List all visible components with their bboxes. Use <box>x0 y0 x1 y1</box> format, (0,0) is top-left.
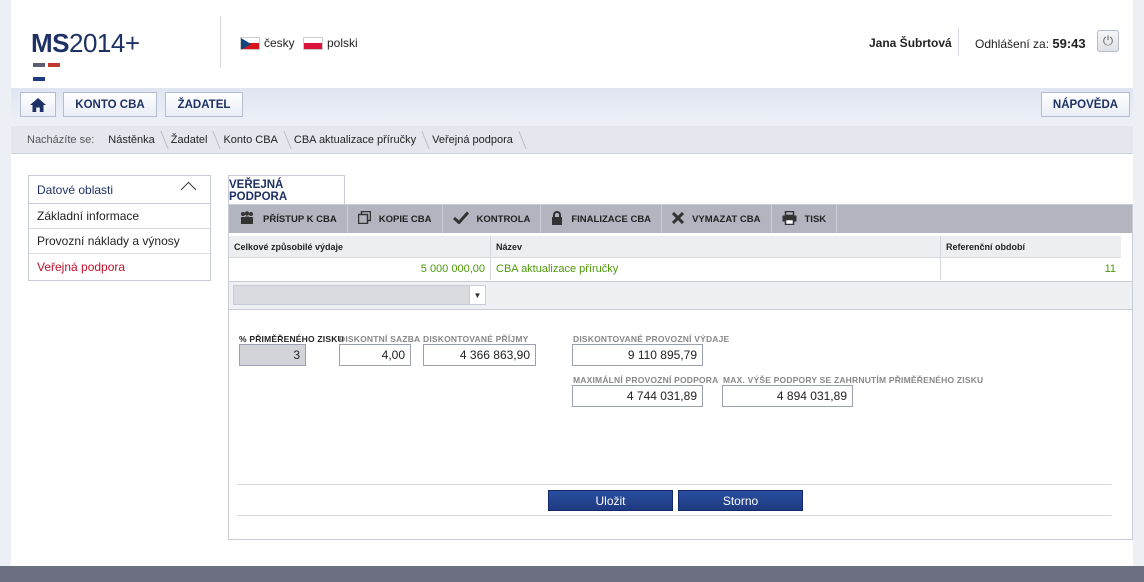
cba-grid: Celkové způsobilé výdaje Název Referenčn… <box>229 236 1121 280</box>
content-panel: PŘÍSTUP K CBA KOPIE CBA KONTROLA FINALIZ… <box>228 204 1133 540</box>
chevron-up-icon <box>180 181 197 198</box>
czech-flag-icon <box>240 36 260 50</box>
delete-x-icon <box>672 211 685 227</box>
kopie-cba-button[interactable]: KOPIE CBA <box>348 205 443 233</box>
sidebar-item-provozni-naklady[interactable]: Provozní náklady a výnosy <box>29 229 210 254</box>
grid-cell-obdobi: 11 <box>1104 263 1116 275</box>
breadcrumb-item-current: Veřejná podpora <box>424 126 521 154</box>
vymazat-cba-button[interactable]: VYMAZAT CBA <box>662 205 772 233</box>
lang-czech[interactable]: česky <box>240 36 295 50</box>
tisk-label: TISK <box>804 213 827 225</box>
pristup-cba-button[interactable]: PŘÍSTUP K CBA <box>229 205 348 233</box>
tisk-button[interactable]: TISK <box>772 205 838 233</box>
logo-bars <box>33 56 77 81</box>
header: MS2014+ česky polski Jana Šubrtová Odhlá… <box>11 0 1133 88</box>
home-icon <box>30 97 46 112</box>
data-areas-title: Datové oblasti <box>37 182 114 197</box>
napoveda-button[interactable]: NÁPOVĚDA <box>1041 92 1130 117</box>
grid-pager: ▼ <box>229 281 1132 310</box>
lang-polish-label: polski <box>327 36 358 50</box>
grid-cell-vydaje: 5 000 000,00 <box>229 258 491 280</box>
user-name[interactable]: Jana Šubrtová <box>869 36 952 50</box>
lang-czech-label: česky <box>264 36 295 50</box>
logout-label: Odhlášení za: <box>975 37 1050 51</box>
pct-zisku-field: 3 <box>239 344 306 366</box>
frame-right <box>1133 0 1144 582</box>
footer-bar <box>0 566 1144 582</box>
grid-header-vydaje[interactable]: Celkové způsobilé výdaje <box>229 236 491 257</box>
breadcrumb-label: Nacházíte se: <box>27 133 95 146</box>
max-provozni-podpora-field[interactable]: 4 744 031,89 <box>572 385 703 407</box>
home-button[interactable] <box>20 92 56 117</box>
vymazat-cba-label: VYMAZAT CBA <box>692 213 761 225</box>
header-divider <box>220 16 221 68</box>
grid-header-row: Celkové způsobilé výdaje Název Referenčn… <box>229 236 1121 258</box>
page-size-select[interactable]: ▼ <box>233 285 486 305</box>
frame-left <box>0 0 11 582</box>
zadatel-button[interactable]: ŽADATEL <box>165 92 243 117</box>
konto-cba-button[interactable]: KONTO CBA <box>63 92 157 117</box>
pristup-cba-label: PŘÍSTUP K CBA <box>263 213 337 225</box>
diskontni-sazba-field[interactable]: 4,00 <box>339 344 411 366</box>
kontrola-label: KONTROLA <box>476 213 531 225</box>
lock-icon <box>551 210 563 228</box>
print-icon <box>782 210 797 228</box>
max-provozni-podpora-label: MAXIMÁLNÍ PROVOZNÍ PODPORA <box>573 375 719 385</box>
logo[interactable]: MS2014+ <box>31 28 140 59</box>
grid-header-obdobi[interactable]: Referenční období <box>941 236 1121 257</box>
grid-cell-nazev: CBA aktualizace příručky <box>491 258 941 280</box>
breadcrumb-item[interactable]: Konto CBA <box>215 126 285 154</box>
data-areas-panel: Datové oblasti Základní informace Provoz… <box>28 175 211 281</box>
pct-zisku-label: % PŘIMĚŘENÉHO ZISKU <box>239 334 344 344</box>
breadcrumb-item[interactable]: CBA aktualizace příručky <box>286 126 424 154</box>
sidebar-item-zakladni-informace[interactable]: Základní informace <box>29 204 210 229</box>
logo-rest: 2014+ <box>69 28 140 58</box>
finalizace-cba-label: FINALIZACE CBA <box>571 213 652 225</box>
logout-countdown: Odhlášení za: 59:43 <box>975 36 1086 51</box>
kopie-cba-label: KOPIE CBA <box>378 213 432 225</box>
users-icon <box>239 211 255 227</box>
data-areas-header[interactable]: Datové oblasti <box>29 176 210 204</box>
power-icon[interactable]: ⏻ <box>1097 30 1119 52</box>
chevron-down-icon[interactable]: ▼ <box>469 286 485 304</box>
diskontovane-prijmy-field[interactable]: 4 366 863,90 <box>423 344 536 366</box>
divider <box>237 515 1112 516</box>
check-icon <box>452 211 469 227</box>
logout-timer: 59:43 <box>1052 36 1086 51</box>
tab-verejna-podpora[interactable]: VEŘEJNÁ PODPORA <box>228 175 345 205</box>
logo-bold: MS <box>31 28 70 58</box>
grid-header-nazev[interactable]: Název <box>491 236 941 257</box>
max-vyse-podpory-field[interactable]: 4 894 031,89 <box>722 385 853 407</box>
lang-polish[interactable]: polski <box>303 36 358 50</box>
breadcrumb-item[interactable]: Nástěnka <box>100 126 162 154</box>
nav-bar: KONTO CBA ŽADATEL NÁPOVĚDA <box>11 88 1133 126</box>
diskontovane-vydaje-field[interactable]: 9 110 895,79 <box>572 344 703 366</box>
divider <box>237 484 1112 485</box>
finalizace-cba-button[interactable]: FINALIZACE CBA <box>541 205 663 233</box>
polish-flag-icon <box>303 36 323 50</box>
breadcrumb-item[interactable]: Žadatel <box>163 126 216 154</box>
cancel-button[interactable]: Storno <box>678 490 803 511</box>
breadcrumb: Nacházíte se: Nástěnka Žadatel Konto CBA… <box>11 126 1133 154</box>
main-area: MS2014+ česky polski Jana Šubrtová Odhlá… <box>11 0 1133 566</box>
table-row[interactable]: 5 000 000,00 CBA aktualizace příručky 11 <box>229 258 1121 280</box>
diskontovane-vydaje-label: DISKONTOVANÉ PROVOZNÍ VÝDAJE <box>573 334 730 344</box>
kontrola-button[interactable]: KONTROLA <box>443 205 542 233</box>
sidebar-item-verejna-podpora[interactable]: Veřejná podpora <box>29 254 210 279</box>
diskontni-sazba-label: DISKONTNÍ SAZBA <box>339 334 421 344</box>
max-vyse-podpory-label: MAX. VÝŠE PODPORY SE ZAHRNUTÍM PŘIMĚŘENÉ… <box>723 375 984 385</box>
user-divider <box>958 28 959 56</box>
diskontovane-prijmy-label: DISKONTOVANÉ PŘÍJMY <box>423 334 529 344</box>
toolbar: PŘÍSTUP K CBA KOPIE CBA KONTROLA FINALIZ… <box>229 205 1132 233</box>
save-button[interactable]: Uložit <box>548 490 673 511</box>
copy-icon <box>357 210 371 227</box>
